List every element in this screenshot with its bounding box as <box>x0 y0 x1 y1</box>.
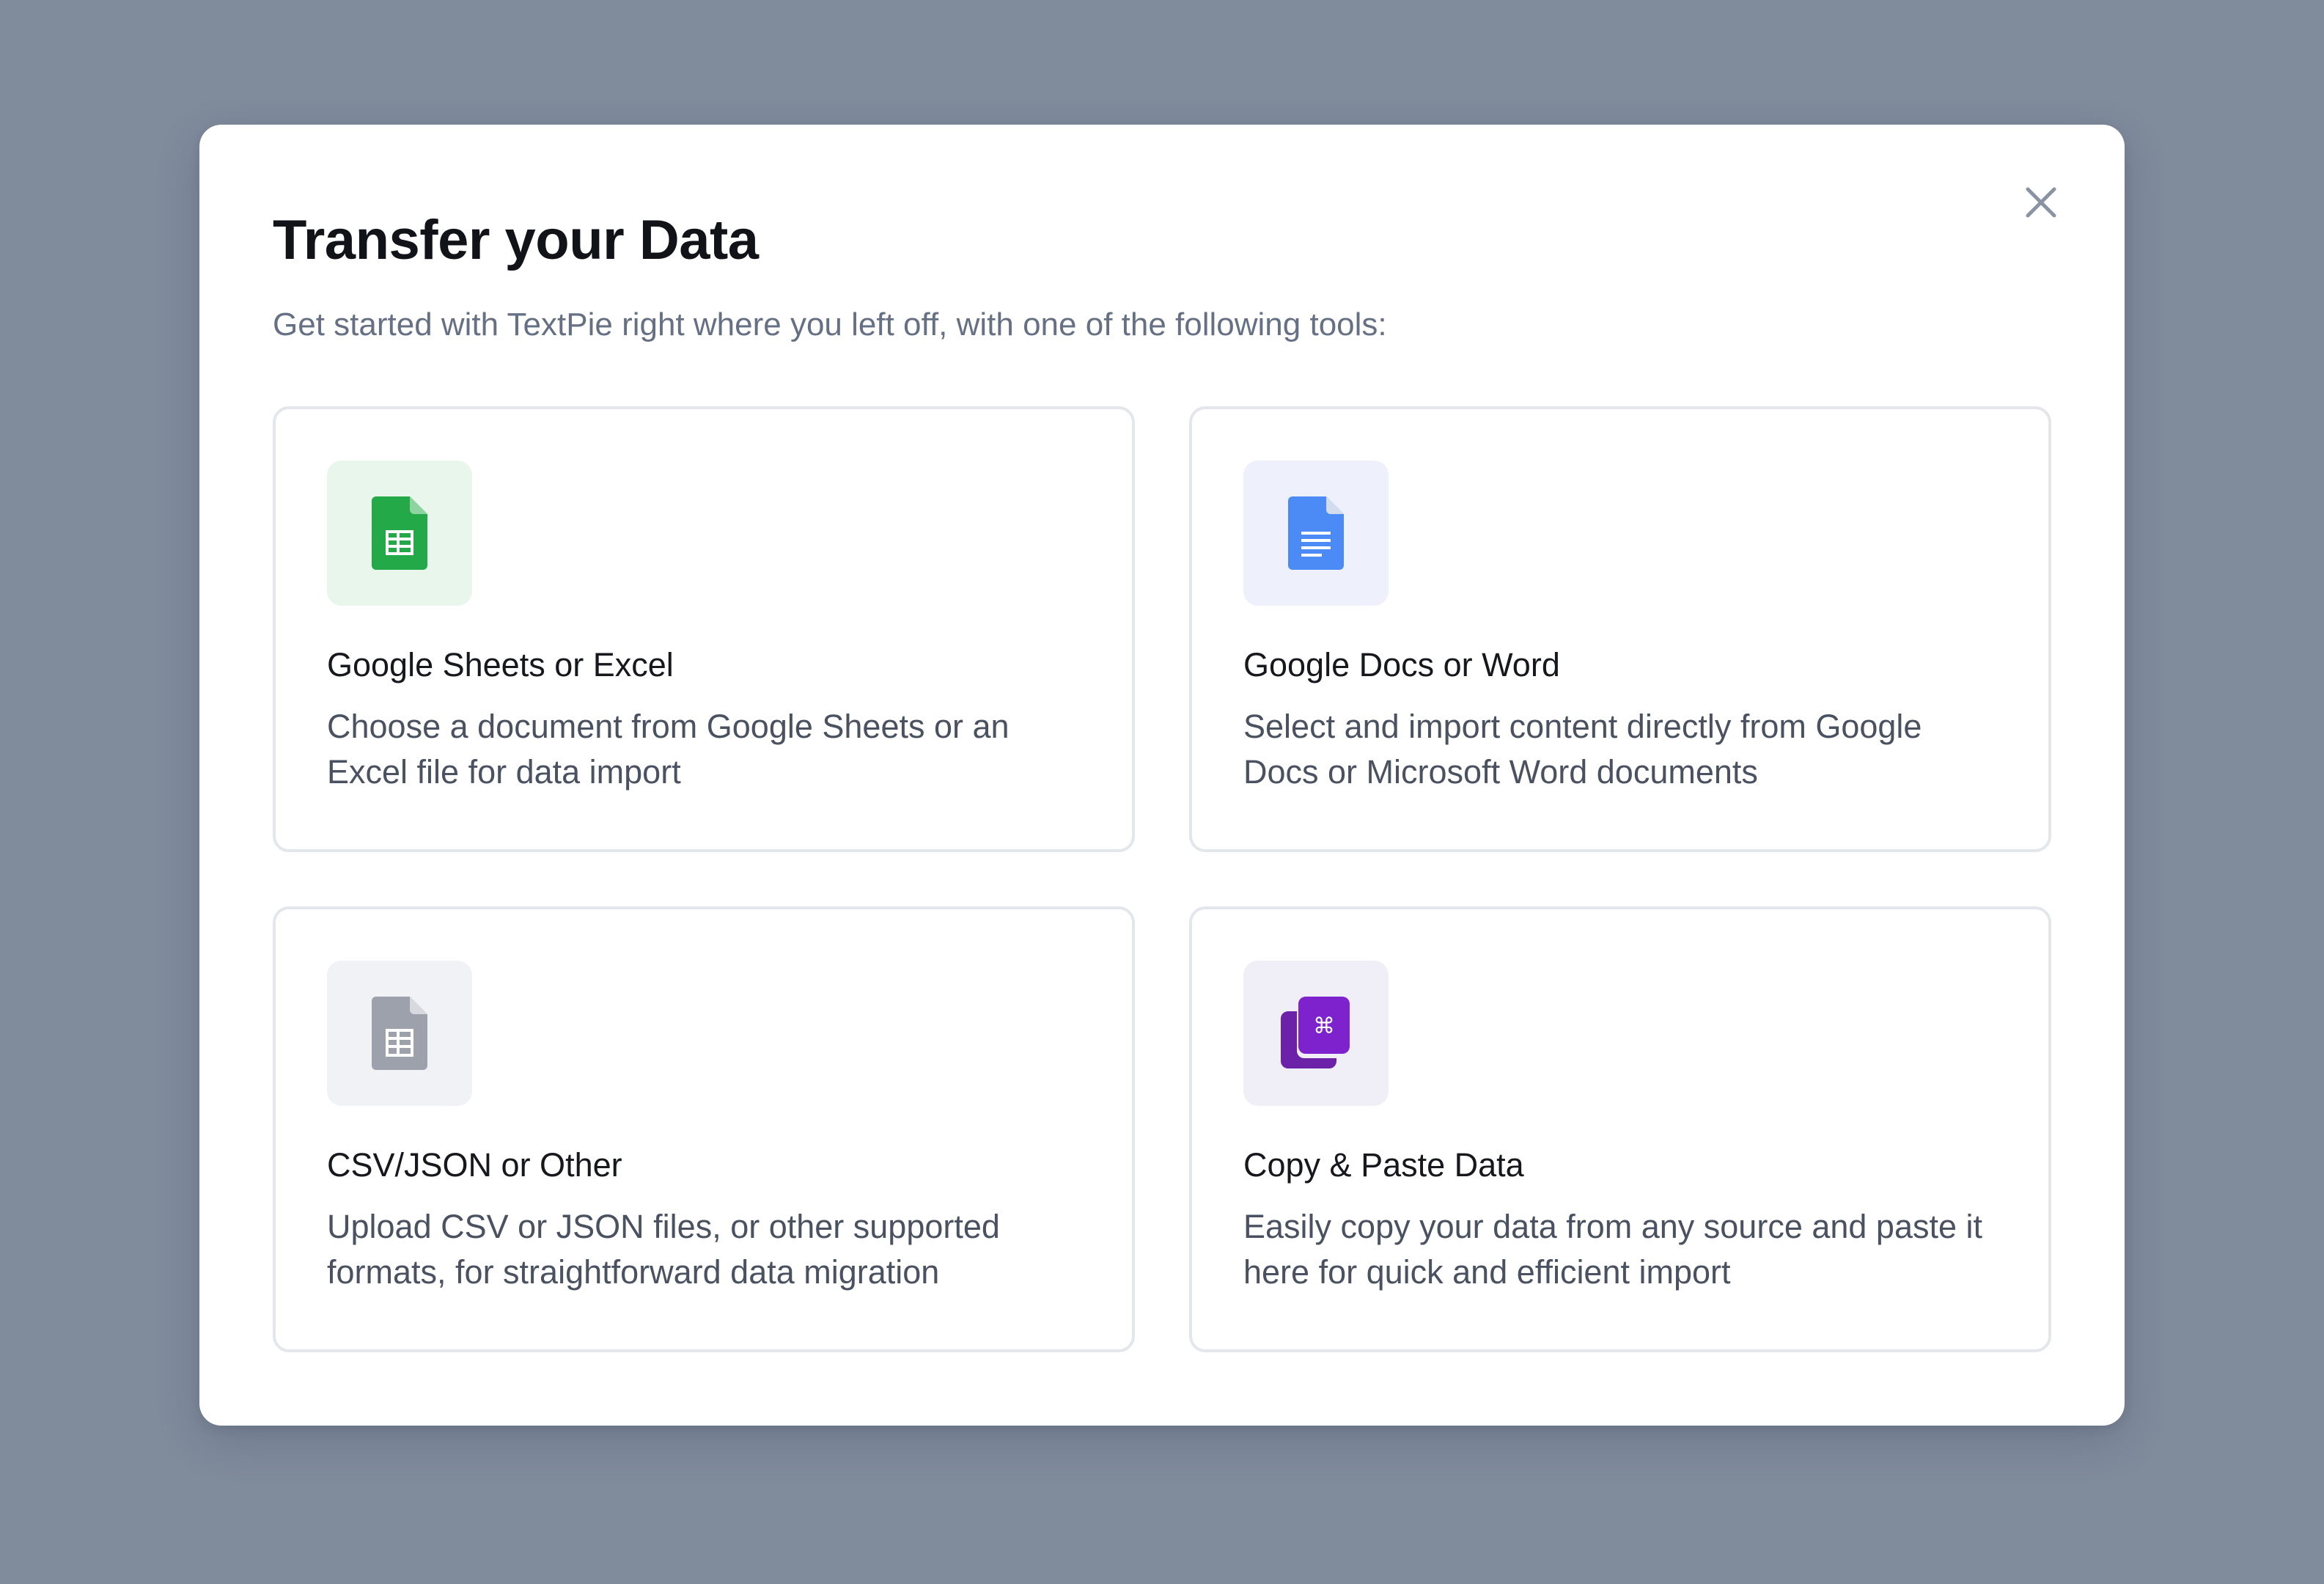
option-title: Google Docs or Word <box>1243 646 1560 683</box>
icon-tile <box>327 961 472 1106</box>
transfer-data-dialog: Transfer your Data Get started with Text… <box>199 125 2125 1426</box>
option-description: Choose a document from Google Sheets or … <box>327 708 1010 791</box>
spreadsheet-icon <box>372 496 427 570</box>
option-card-google-sheets-excel[interactable]: Google Sheets or Excel Choose a document… <box>273 406 1135 852</box>
option-card-copy-paste[interactable]: ⌘ Copy & Paste Data Easily copy your dat… <box>1189 906 2051 1352</box>
file-table-icon <box>372 997 427 1070</box>
option-card-google-docs-word[interactable]: Google Docs or Word Select and import co… <box>1189 406 2051 852</box>
option-title: CSV/JSON or Other <box>327 1146 622 1184</box>
option-description: Easily copy your data from any source an… <box>1243 1208 1983 1291</box>
close-button[interactable] <box>2019 180 2063 224</box>
icon-tile <box>327 461 472 606</box>
svg-text:⌘: ⌘ <box>1313 1013 1335 1039</box>
icon-tile <box>1243 461 1389 606</box>
copy-paste-icon: ⌘ <box>1281 997 1350 1068</box>
option-description: Upload CSV or JSON files, or other suppo… <box>327 1208 1000 1291</box>
option-card-csv-json-other[interactable]: CSV/JSON or Other Upload CSV or JSON fil… <box>273 906 1135 1352</box>
document-icon <box>1288 496 1344 570</box>
option-title: Copy & Paste Data <box>1243 1146 1524 1184</box>
close-icon <box>2026 187 2056 218</box>
icon-tile: ⌘ <box>1243 961 1389 1106</box>
dialog-subtitle: Get started with TextPie right where you… <box>273 307 1387 342</box>
option-description: Select and import content directly from … <box>1243 708 1922 791</box>
import-options-grid: Google Sheets or Excel Choose a document… <box>273 406 2051 1352</box>
option-title: Google Sheets or Excel <box>327 646 674 683</box>
dialog-title: Transfer your Data <box>273 209 759 271</box>
